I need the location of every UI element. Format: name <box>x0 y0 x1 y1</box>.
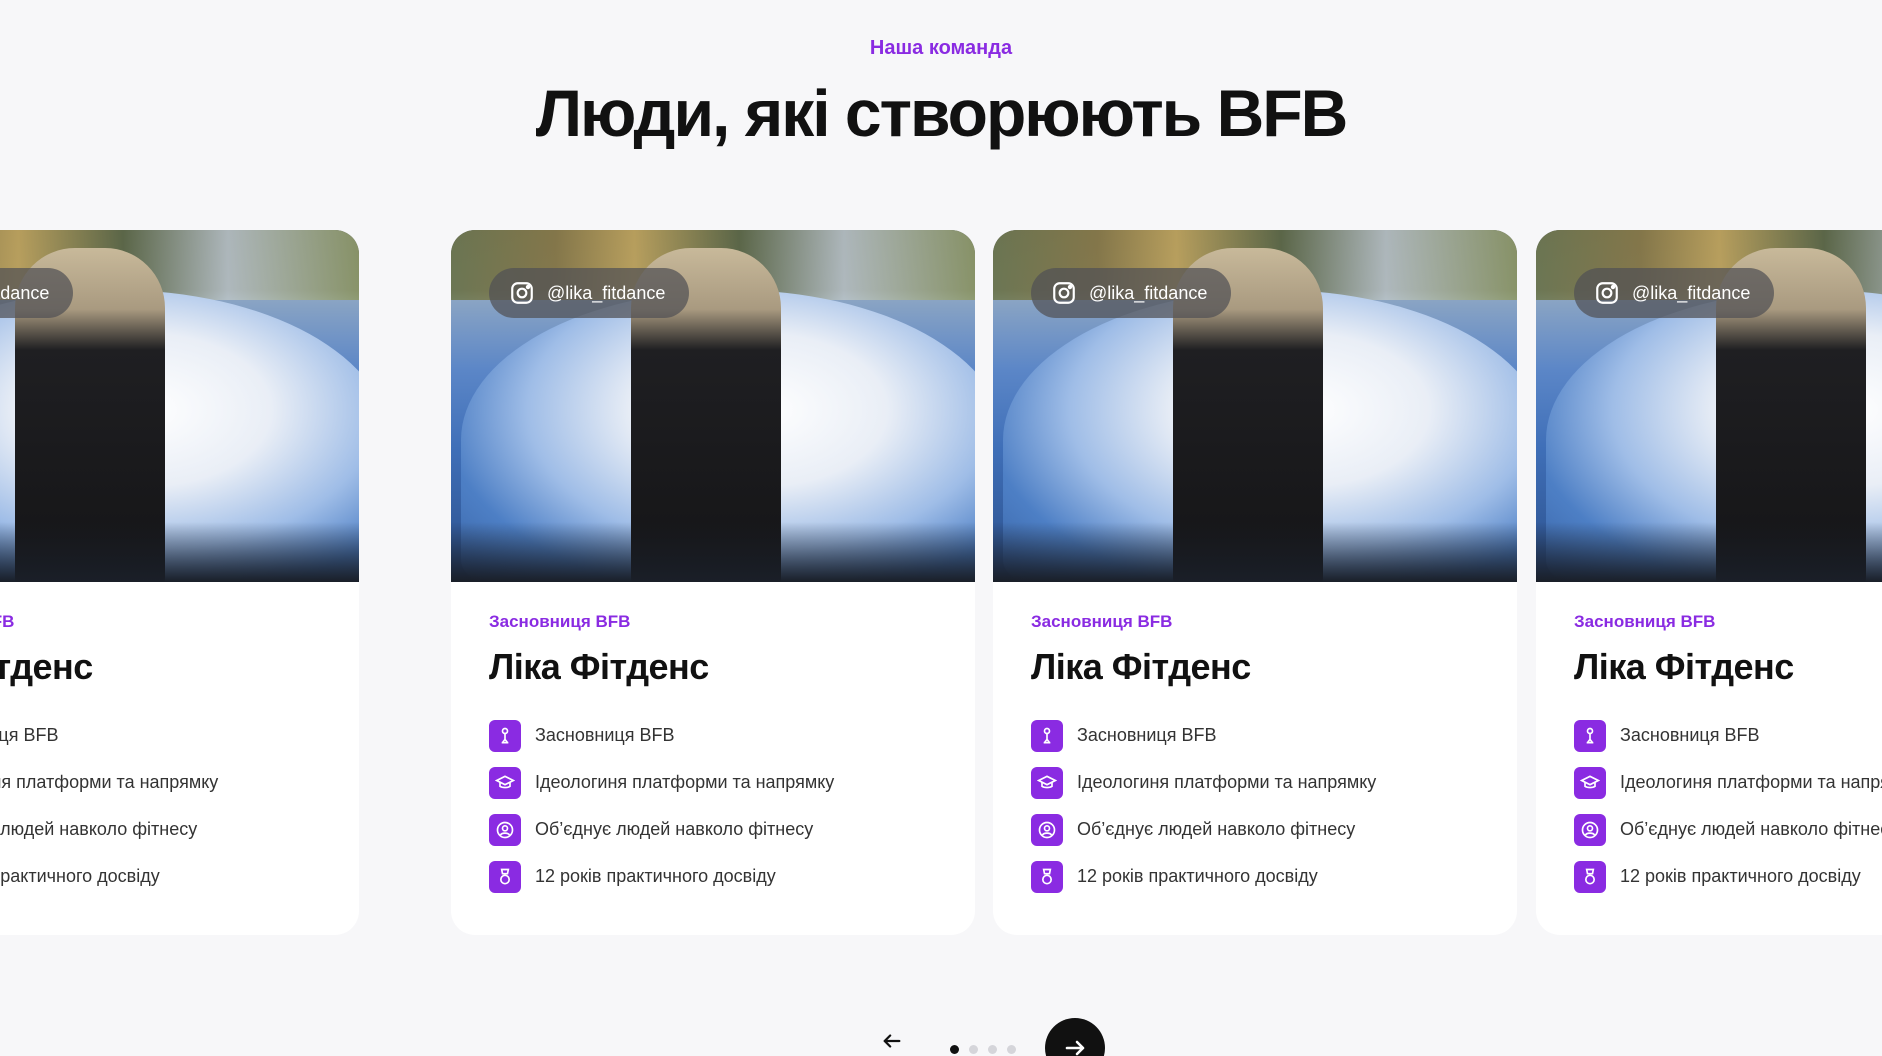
instagram-badge[interactable]: @lika_fitdance <box>489 268 690 318</box>
instagram-icon <box>1053 282 1075 304</box>
feature-text: 12 років практичного досвіду <box>0 866 160 886</box>
section-title: Люди, які створюють BFB <box>535 76 1349 150</box>
feature-item: 12 років практичного досвіду <box>1031 853 1479 900</box>
feature-list: Засновниця BFB Ідеологиня платформи та н… <box>1031 712 1479 900</box>
team-card[interactable]: @lika_fitdance Засновниця BFB Ліка Фітде… <box>1536 230 1882 935</box>
feature-item: Ідеологиня платформи та напрямку <box>0 759 321 806</box>
feature-text: Ідеологиня платформи та напрямку <box>1077 772 1377 792</box>
instagram-badge[interactable]: @lika_fitdance <box>0 268 74 318</box>
section-eyebrow: Наша команда <box>869 37 1013 59</box>
next-button[interactable] <box>1045 1018 1105 1056</box>
feature-text: Засновниця BFB <box>1077 725 1217 745</box>
instagram-badge[interactable]: @lika_fitdance <box>1031 268 1232 318</box>
feature-text: Об’єднує людей навколо фітнесу <box>0 819 198 839</box>
feature-text: 12 років практичного досвіду <box>1077 866 1318 886</box>
instagram-handle: @lika_fitdance <box>0 282 50 303</box>
feature-item: Засновниця BFB <box>1574 712 1882 759</box>
person-icon <box>489 719 521 752</box>
pagination-dot[interactable] <box>969 1045 978 1054</box>
instagram-handle: @lika_fitdance <box>547 282 666 303</box>
medal-icon <box>1031 860 1063 893</box>
feature-item: Об’єднує людей навколо фітнесу <box>489 806 937 853</box>
feature-item: 12 років практичного досвіду <box>1574 853 1882 900</box>
graduation-cap-icon <box>489 766 521 799</box>
member-name: Ліка Фітденс <box>1574 646 1794 687</box>
arrow-left-icon <box>883 1034 901 1048</box>
member-photo: @lika_fitdance <box>0 230 359 582</box>
member-name: Ліка Фітденс <box>0 646 93 687</box>
member-photo: @lika_fitdance <box>993 230 1517 582</box>
feature-text: 12 років практичного досвіду <box>1620 866 1861 886</box>
feature-item: Засновниця BFB <box>0 712 321 759</box>
user-circle-icon <box>1574 813 1606 846</box>
instagram-icon <box>1596 282 1618 304</box>
team-section: Наша команда Люди, які створюють BFB @li… <box>0 0 1882 1056</box>
member-photo: @lika_fitdance <box>451 230 975 582</box>
feature-text: Об’єднує людей навколо фітнесу <box>1620 819 1882 839</box>
feature-text: Засновниця BFB <box>1620 725 1760 745</box>
feature-item: Ідеологиня платформи та напрямку <box>1574 759 1882 806</box>
feature-item: Засновниця BFB <box>489 712 937 759</box>
arrow-right-icon <box>1065 1040 1085 1056</box>
feature-list: Засновниця BFB Ідеологиня платформи та н… <box>1574 712 1882 900</box>
user-circle-icon <box>1031 813 1063 846</box>
feature-text: 12 років практичного досвіду <box>535 866 776 886</box>
feature-item: Ідеологиня платформи та напрямку <box>489 759 937 806</box>
medal-icon <box>1574 860 1606 893</box>
member-role: Засновниця BFB <box>1031 612 1173 631</box>
feature-item: Ідеологиня платформи та напрямку <box>1031 759 1479 806</box>
member-photo: @lika_fitdance <box>1536 230 1882 582</box>
pagination-dots <box>950 1045 1016 1054</box>
feature-text: Об’єднує людей навколо фітнесу <box>535 819 814 839</box>
team-carousel[interactable]: @lika_fitdance Засновниця BFB Ліка Фітде… <box>0 230 1882 935</box>
feature-item: Об’єднує людей навколо фітнесу <box>1574 806 1882 853</box>
feature-text: Ідеологиня платформи та напрямку <box>1620 772 1882 792</box>
team-card[interactable]: @lika_fitdance Засновниця BFB Ліка Фітде… <box>451 230 975 935</box>
member-role: Засновниця BFB <box>1574 612 1716 631</box>
pagination-dot[interactable] <box>950 1045 959 1054</box>
feature-item: Об’єднує людей навколо фітнесу <box>0 806 321 853</box>
graduation-cap-icon <box>1574 766 1606 799</box>
feature-item: Об’єднує людей навколо фітнесу <box>1031 806 1479 853</box>
feature-text: Засновниця BFB <box>535 725 675 745</box>
pagination-dot[interactable] <box>1007 1045 1016 1054</box>
feature-list: Засновниця BFB Ідеологиня платформи та н… <box>0 712 321 900</box>
feature-list: Засновниця BFB Ідеологиня платформи та н… <box>489 712 937 900</box>
feature-text: Ідеологиня платформи та напрямку <box>0 772 219 792</box>
person-icon <box>1574 719 1606 752</box>
carousel-nav <box>0 1018 1882 1056</box>
feature-item: Засновниця BFB <box>1031 712 1479 759</box>
team-card[interactable]: @lika_fitdance Засновниця BFB Ліка Фітде… <box>0 230 359 935</box>
feature-item: 12 років практичного досвіду <box>0 853 321 900</box>
medal-icon <box>489 860 521 893</box>
member-role: Засновниця BFB <box>489 612 631 631</box>
instagram-handle: @lika_fitdance <box>1632 282 1751 303</box>
feature-text: Засновниця BFB <box>0 725 59 745</box>
prev-button[interactable] <box>877 1026 907 1056</box>
person-icon <box>1031 719 1063 752</box>
member-role: Засновниця BFB <box>0 612 15 631</box>
instagram-icon <box>511 282 533 304</box>
feature-item: 12 років практичного досвіду <box>489 853 937 900</box>
instagram-badge[interactable]: @lika_fitdance <box>1574 268 1775 318</box>
team-card[interactable]: @lika_fitdance Засновниця BFB Ліка Фітде… <box>993 230 1517 935</box>
member-name: Ліка Фітденс <box>1031 646 1251 687</box>
pagination-dot[interactable] <box>988 1045 997 1054</box>
graduation-cap-icon <box>1031 766 1063 799</box>
member-name: Ліка Фітденс <box>489 646 709 687</box>
feature-text: Об’єднує людей навколо фітнесу <box>1077 819 1356 839</box>
instagram-handle: @lika_fitdance <box>1089 282 1208 303</box>
user-circle-icon <box>489 813 521 846</box>
feature-text: Ідеологиня платформи та напрямку <box>535 772 835 792</box>
